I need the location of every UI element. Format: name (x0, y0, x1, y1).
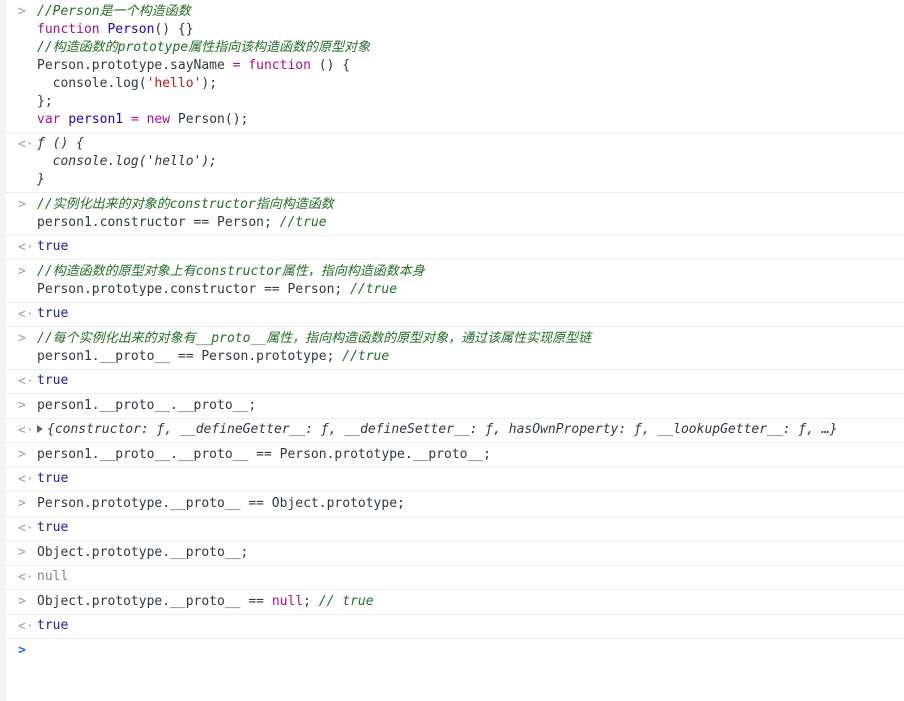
code-line: //实例化出来的对象的constructor指向构造函数 (37, 197, 334, 212)
code-line: person1.__proto__ == Person.prototype; /… (37, 349, 390, 364)
code-line: Person.prototype.__proto__ == Object.pro… (37, 496, 405, 511)
console-output-entry[interactable]: <· true (6, 517, 904, 541)
console-output-entry[interactable]: <· null (6, 566, 904, 590)
chevron-right-icon: > (18, 496, 26, 511)
output-value: null (37, 569, 69, 584)
console-input-entry[interactable]: > person1.__proto__.__proto__ == Person.… (6, 443, 904, 468)
code-line: person1.constructor == Person; //true (37, 215, 327, 230)
chevron-right-icon: > (18, 643, 26, 658)
return-arrow-icon: <· (18, 570, 34, 585)
chevron-right-icon: > (18, 594, 26, 609)
return-arrow-icon: <· (18, 374, 34, 389)
output-value: true (37, 306, 69, 321)
output-line: ƒ () { (37, 136, 84, 151)
return-arrow-icon: <· (18, 240, 34, 255)
code-line: console.log('hello'); (37, 76, 218, 91)
console-input-entry[interactable]: > Person.prototype.__proto__ == Object.p… (6, 492, 904, 517)
code-line: var person1 = new Person(); (37, 112, 249, 127)
output-value: true (37, 239, 69, 254)
console-input-entry[interactable]: > Object.prototype.__proto__; (6, 541, 904, 566)
return-arrow-icon: <· (18, 472, 34, 487)
console-output-entry[interactable]: <· ƒ () { console.log('hello'); } (6, 133, 904, 193)
code-line: //构造函数的prototype属性指向该构造函数的原型对象 (37, 40, 371, 55)
output-value: true (37, 618, 69, 633)
return-arrow-icon: <· (18, 619, 34, 634)
chevron-right-icon: > (18, 197, 26, 212)
console-prompt[interactable]: > (6, 639, 904, 671)
object-preview-text: {constructor: ƒ, __defineGetter__: ƒ, __… (47, 422, 838, 437)
chevron-right-icon: > (18, 264, 26, 279)
console-input-entry[interactable]: > //构造函数的原型对象上有constructor属性，指向构造函数本身 Pe… (6, 260, 904, 303)
code-line: person1.__proto__.__proto__ == Person.pr… (37, 447, 491, 462)
console-input-entry[interactable]: > //实例化出来的对象的constructor指向构造函数 person1.c… (6, 193, 904, 236)
console-input-entry[interactable]: > //每个实例化出来的对象有__proto__属性，指向构造函数的原型对象，通… (6, 327, 904, 370)
code-line: //每个实例化出来的对象有__proto__属性，指向构造函数的原型对象，通过该… (37, 331, 592, 346)
output-value: true (37, 471, 69, 486)
triangle-right-icon[interactable] (37, 425, 43, 433)
chevron-right-icon: > (18, 447, 26, 462)
chevron-right-icon: > (18, 331, 26, 346)
code-line: //构造函数的原型对象上有constructor属性，指向构造函数本身 (37, 264, 425, 279)
code-line: Person.prototype.sayName = function () { (37, 58, 351, 73)
console-input-entry[interactable]: > person1.__proto__.__proto__; (6, 394, 904, 419)
code-line: }; (37, 94, 53, 109)
chevron-right-icon: > (18, 4, 26, 19)
console-output-entry[interactable]: <· {constructor: ƒ, __defineGetter__: ƒ,… (6, 419, 904, 443)
output-value: true (37, 520, 69, 535)
code-line: function Person() {} (37, 22, 194, 37)
output-line: } (37, 172, 45, 187)
object-preview[interactable]: {constructor: ƒ, __defineGetter__: ƒ, __… (37, 421, 904, 439)
console-output-entry[interactable]: <· true (6, 236, 904, 260)
console-output-entry[interactable]: <· true (6, 303, 904, 327)
output-value: true (37, 373, 69, 388)
code-line: Object.prototype.__proto__ == null; // t… (37, 594, 374, 609)
console-output-entry[interactable]: <· true (6, 615, 904, 639)
return-arrow-icon: <· (18, 307, 34, 322)
console-input-entry[interactable]: > Object.prototype.__proto__ == null; //… (6, 590, 904, 615)
return-arrow-icon: <· (18, 423, 34, 438)
return-arrow-icon: <· (18, 137, 34, 152)
return-arrow-icon: <· (18, 521, 34, 536)
chevron-right-icon: > (18, 545, 26, 560)
console-input-entry[interactable]: > //Person是一个构造函数 function Person() {} /… (6, 0, 904, 133)
console-log[interactable]: > //Person是一个构造函数 function Person() {} /… (6, 0, 904, 671)
output-line: console.log('hello'); (37, 154, 218, 169)
code-line: //Person是一个构造函数 (37, 4, 191, 19)
code-line: person1.__proto__.__proto__; (37, 398, 257, 413)
console-output-entry[interactable]: <· true (6, 370, 904, 394)
code-line: Person.prototype.constructor == Person; … (37, 282, 398, 297)
console-output-entry[interactable]: <· true (6, 468, 904, 492)
chevron-right-icon: > (18, 398, 26, 413)
code-line: Object.prototype.__proto__; (37, 545, 249, 560)
